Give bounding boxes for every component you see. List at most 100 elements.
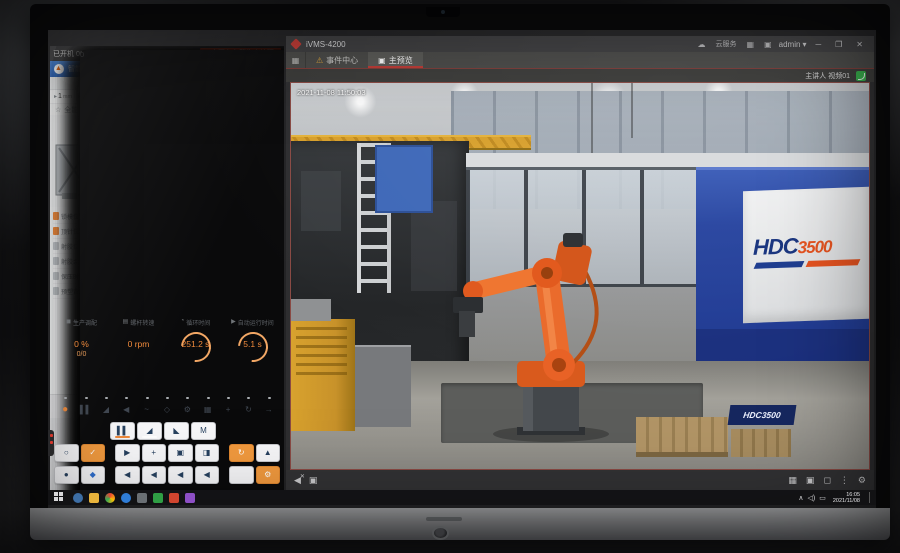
key-pause[interactable]: ▌▌ bbox=[110, 422, 135, 440]
tab-ramp-icon[interactable]: ◢ bbox=[96, 405, 116, 415]
field-icon bbox=[53, 272, 59, 280]
volume-icon[interactable]: ◁) bbox=[808, 494, 816, 502]
system-tray: ∧ ◁) ▭ 16:05 2021/11/08 bbox=[798, 492, 872, 504]
stat-value: 251.2 s bbox=[168, 339, 223, 349]
key-speed-2[interactable]: ◀ bbox=[142, 466, 167, 484]
tab-grid-icon[interactable]: ▦ bbox=[198, 405, 218, 415]
settings-gear-icon[interactable]: ⚙ bbox=[858, 475, 866, 486]
keyboard-icon[interactable]: ▭ bbox=[819, 494, 826, 502]
key-mold[interactable]: M bbox=[191, 422, 216, 440]
key-speed-3[interactable]: ◀ bbox=[168, 466, 193, 484]
stat-screw-speed: ▤螺杆转速 0 rpm bbox=[111, 316, 166, 370]
record-icon[interactable]: ▣ bbox=[309, 475, 318, 486]
stat-value: 5.1 s bbox=[225, 339, 280, 349]
key-cycle[interactable]: ↻ bbox=[229, 444, 254, 462]
tab-next-icon[interactable]: → bbox=[259, 405, 279, 415]
tab-refresh-icon[interactable]: ↻ bbox=[238, 405, 258, 415]
multi-window-icon[interactable]: ▣ bbox=[806, 475, 815, 486]
key-up[interactable]: ▲ bbox=[256, 444, 281, 462]
hmi-app-window: 已开机 00:03:49 总模数 7505 6635 1人正在有警告未处理 ▲ … bbox=[50, 46, 284, 490]
key-speed-4[interactable]: ◀ bbox=[195, 466, 220, 484]
key-coolant[interactable]: ◆ bbox=[81, 466, 106, 484]
search-icon[interactable] bbox=[73, 493, 83, 503]
grid-icon[interactable]: ▦ bbox=[744, 40, 758, 49]
maximize-button[interactable]: ❐ bbox=[830, 40, 847, 49]
wooden-pallet bbox=[731, 429, 791, 457]
tab-curve-icon[interactable]: ~ bbox=[136, 405, 156, 415]
tab-pause-icon[interactable]: ▌▌ bbox=[75, 405, 95, 415]
stream-status-icon bbox=[856, 71, 866, 81]
notification-center-divider[interactable] bbox=[869, 492, 872, 503]
webcam-notch bbox=[426, 7, 460, 17]
key-confirm[interactable]: ✓ bbox=[81, 444, 106, 462]
close-button[interactable]: ✕ bbox=[851, 40, 868, 49]
key-speed-1[interactable]: ◀ bbox=[115, 466, 140, 484]
field-icon bbox=[53, 257, 59, 265]
key-lube[interactable]: ● bbox=[54, 466, 79, 484]
file-explorer-icon[interactable] bbox=[89, 493, 99, 503]
annotation-sidebar-handle[interactable] bbox=[48, 430, 54, 456]
key-standby[interactable]: ○ bbox=[54, 444, 79, 462]
stat-icon: ▶ bbox=[231, 318, 236, 327]
tab-settings-icon[interactable]: ⚙ bbox=[177, 405, 197, 415]
more-options-icon[interactable]: ⋮ bbox=[840, 475, 849, 486]
screen: 已开机 00:03:49 总模数 7505 6635 1人正在有警告未处理 ▲ … bbox=[48, 30, 876, 508]
cloud-icon[interactable]: ☁ bbox=[695, 40, 709, 49]
key-injection-ramp[interactable]: ◢ bbox=[137, 422, 162, 440]
tv-home-button[interactable] bbox=[432, 526, 449, 540]
blue-equipment bbox=[375, 145, 433, 213]
tray-expand-icon[interactable]: ∧ bbox=[798, 494, 803, 502]
key-settings[interactable]: ⚙ bbox=[256, 466, 281, 484]
stat-value: 0 rpm bbox=[111, 339, 166, 349]
minimize-button[interactable]: ─ bbox=[810, 40, 826, 49]
key-charge-ramp[interactable]: ◣ bbox=[164, 422, 189, 440]
chrome-icon[interactable] bbox=[105, 493, 115, 503]
tab-active-indicator[interactable]: ● bbox=[55, 405, 75, 415]
tab-event-center[interactable]: ⚠ 事件中心 bbox=[306, 52, 368, 68]
taskbar-clock[interactable]: 16:05 2021/11/08 bbox=[833, 492, 860, 504]
stat-auto-run-time: ▶自动运行时间 5.1 s bbox=[225, 316, 280, 370]
windows-taskbar: ∧ ◁) ▭ 16:05 2021/11/08 bbox=[48, 490, 876, 505]
key-core-in[interactable]: ▣ bbox=[168, 444, 193, 462]
hanging-cable bbox=[631, 83, 633, 138]
key-core-out[interactable]: ◨ bbox=[195, 444, 220, 462]
hmi-bottom-tab-bar: ● ▌▌ ◢ ◀ ~ ◇ ⚙ ▦ + ↻ → bbox=[50, 394, 284, 418]
start-button[interactable] bbox=[54, 492, 65, 503]
window-layout-icon[interactable]: ▣ bbox=[761, 40, 775, 49]
yellow-cabinet bbox=[291, 319, 355, 431]
tab-add-icon[interactable]: + bbox=[218, 405, 238, 415]
tab-mold-icon[interactable]: ◇ bbox=[157, 405, 177, 415]
mute-audio-icon[interactable]: ◀✕ bbox=[294, 475, 301, 486]
edge-browser-icon[interactable] bbox=[121, 493, 131, 503]
key-blank[interactable]: · bbox=[229, 466, 254, 484]
warn-icon bbox=[53, 212, 59, 220]
key-ejector[interactable]: + bbox=[142, 444, 167, 462]
key-mold-open[interactable]: ▶ bbox=[115, 444, 140, 462]
tv-bottom-bezel bbox=[30, 508, 890, 540]
table-column-right: 座台位置-0.0mm 系统压力(实际)0.0bar 预塑转速(实际)19.1ba… bbox=[169, 209, 281, 314]
tab-speaker-icon[interactable]: ◀ bbox=[116, 405, 136, 415]
metric-unit: mm bbox=[63, 94, 72, 100]
stat-value: 0 % bbox=[54, 339, 109, 349]
app-icon[interactable] bbox=[169, 493, 179, 503]
app-icon[interactable] bbox=[153, 493, 163, 503]
app-icon[interactable] bbox=[185, 493, 195, 503]
ivms-tab-bar: ▦ ⚠ 事件中心 ▣ 主预览 bbox=[286, 52, 874, 69]
user-menu[interactable]: admin▾ bbox=[779, 40, 807, 49]
table-row: 压力监控0% bbox=[169, 299, 281, 314]
layout-grid-icon[interactable]: ▦ bbox=[788, 475, 797, 486]
machine-logo-bars bbox=[754, 259, 861, 269]
camera-video-tile[interactable]: 2021-11-08 11:50:03 bbox=[290, 82, 870, 470]
cloud-label[interactable]: 云服务 bbox=[713, 39, 740, 49]
tv-brand-mark bbox=[426, 517, 462, 521]
orange-robot-arm bbox=[451, 213, 651, 443]
gray-cabinet bbox=[355, 345, 411, 427]
camera-timestamp-overlay: 2021-11-08 11:50:03 bbox=[297, 88, 366, 97]
ivms-logo-icon bbox=[290, 38, 301, 49]
app-icon[interactable] bbox=[137, 493, 147, 503]
modules-menu-icon[interactable]: ▦ bbox=[286, 52, 306, 68]
tab-main-view[interactable]: ▣ 主预览 bbox=[368, 52, 423, 68]
stat-icon: ▤ bbox=[123, 318, 129, 327]
monitor-icon: ▣ bbox=[378, 56, 386, 65]
fullscreen-icon[interactable]: ◻ bbox=[823, 475, 830, 486]
